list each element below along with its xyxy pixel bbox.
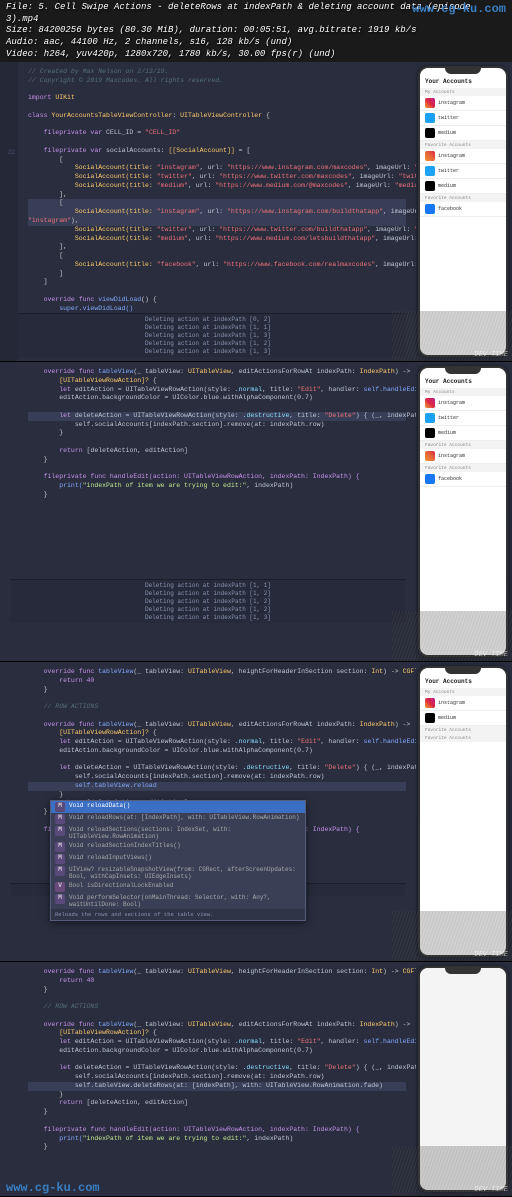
list-item[interactable]: medium: [420, 426, 506, 441]
dev-time-watermark: DEV TIME: [474, 651, 508, 659]
sim-section-fav: Favorite Accounts: [420, 194, 506, 202]
dev-time-watermark: DEV TIME: [474, 951, 508, 959]
sim-section-my: My Accounts: [420, 688, 506, 696]
autocomplete-item[interactable]: MVoid reloadSections(sections: IndexSet,…: [51, 825, 305, 841]
sim-section-fav: Favorite Accounts: [420, 464, 506, 472]
facebook-icon: [425, 474, 435, 484]
kind-method-icon: M: [55, 814, 65, 824]
list-item[interactable]: instagram: [420, 149, 506, 164]
watermark-top: www.cg-ku.com: [412, 2, 506, 16]
list-item[interactable]: instagram: [420, 696, 506, 711]
video-frame-2: override func tableView(_ tableView: UIT…: [0, 362, 512, 662]
kind-method-icon: M: [55, 826, 65, 836]
autocomplete-popup[interactable]: MVoid reloadData() MVoid reloadRows(at: …: [50, 800, 306, 921]
video-frame-4: override func tableView(_ tableView: UIT…: [0, 962, 512, 1197]
kind-method-icon: M: [55, 866, 65, 876]
autocomplete-item[interactable]: MVoid reloadSectionIndexTitles(): [51, 841, 305, 853]
sim-section-my: My Accounts: [420, 88, 506, 96]
facebook-icon: [425, 204, 435, 214]
code-editor[interactable]: override func tableView(_ tableView: UIT…: [0, 962, 416, 1196]
notch: [445, 68, 481, 74]
list-item[interactable]: instagram: [420, 396, 506, 411]
list-item[interactable]: instagram: [420, 449, 506, 464]
autocomplete-item[interactable]: MUIView? resizableSnapshotView(from: CGR…: [51, 865, 305, 881]
list-item[interactable]: facebook: [420, 472, 506, 487]
notch: [445, 368, 481, 374]
autocomplete-item[interactable]: VBool isDirectionalLockEnabled: [51, 881, 305, 893]
dev-time-watermark: DEV TIME: [474, 351, 508, 359]
list-item[interactable]: medium: [420, 179, 506, 194]
autocomplete-item[interactable]: MVoid reloadRows(at: [IndexPath], with: …: [51, 813, 305, 825]
kind-method-icon: M: [55, 842, 65, 852]
list-item[interactable]: medium: [420, 711, 506, 726]
sim-section-my: My Accounts: [420, 388, 506, 396]
code-editor[interactable]: override func tableView(_ tableView: UIT…: [0, 662, 416, 961]
kind-method-icon: M: [55, 802, 65, 812]
autocomplete-item[interactable]: MVoid reloadInputViews(): [51, 853, 305, 865]
twitter-icon: [425, 166, 435, 176]
list-item[interactable]: instagram: [420, 96, 506, 111]
list-item[interactable]: twitter: [420, 111, 506, 126]
instagram-icon: [425, 698, 435, 708]
code-editor[interactable]: 22 // Created by Max Nelson on 2/13/19. …: [0, 62, 416, 361]
code-block: // Created by Max Nelson on 2/13/19. // …: [28, 68, 406, 313]
dev-time-watermark: DEV TIME: [474, 1186, 508, 1194]
instagram-icon: [425, 451, 435, 461]
video-frame-1: 22 // Created by Max Nelson on 2/13/19. …: [0, 62, 512, 362]
autocomplete-footer: Reloads the rows and sections of the tab…: [51, 909, 305, 920]
notch: [445, 668, 481, 674]
code-block: override func tableView(_ tableView: UIT…: [28, 968, 406, 1152]
file-info-line: Size: 84200256 bytes (80.30 MiB), durati…: [6, 25, 506, 37]
list-item[interactable]: medium: [420, 126, 506, 141]
instagram-icon: [425, 398, 435, 408]
watermark-bottom: www.cg-ku.com: [6, 1181, 100, 1195]
instagram-icon: [425, 98, 435, 108]
medium-icon: [425, 713, 435, 723]
debug-console[interactable]: Deleting action at indexPath [1, 1] Dele…: [10, 579, 406, 623]
medium-icon: [425, 181, 435, 191]
instagram-icon: [425, 151, 435, 161]
debug-console[interactable]: Deleting action at indexPath [0, 2] Dele…: [10, 313, 406, 357]
list-item[interactable]: twitter: [420, 164, 506, 179]
medium-icon: [425, 128, 435, 138]
twitter-icon: [425, 113, 435, 123]
sim-section-fav: Favorite Accounts: [420, 726, 506, 734]
twitter-icon: [425, 413, 435, 423]
notch: [445, 968, 481, 974]
video-frame-3: override func tableView(_ tableView: UIT…: [0, 662, 512, 962]
autocomplete-item[interactable]: MVoid performSelector(onMainThread: Sele…: [51, 893, 305, 909]
file-info-line: Video: h264, yuv420p, 1280x720, 1780 kb/…: [6, 49, 506, 61]
code-block: override func tableView(_ tableView: UIT…: [28, 368, 406, 499]
sim-section-fav: Favorite Accounts: [420, 141, 506, 149]
gutter: 22: [0, 62, 18, 361]
code-editor[interactable]: override func tableView(_ tableView: UIT…: [0, 362, 416, 661]
kind-var-icon: V: [55, 882, 65, 892]
kind-method-icon: M: [55, 894, 65, 904]
list-item[interactable]: twitter: [420, 411, 506, 426]
sim-section-fav: Favorite Accounts: [420, 734, 506, 742]
list-item[interactable]: facebook: [420, 202, 506, 217]
autocomplete-item-selected[interactable]: MVoid reloadData(): [51, 801, 305, 813]
file-info-line: Audio: aac, 44100 Hz, 2 channels, s16, 1…: [6, 37, 506, 49]
kind-method-icon: M: [55, 854, 65, 864]
medium-icon: [425, 428, 435, 438]
sim-section-fav: Favorite Accounts: [420, 441, 506, 449]
